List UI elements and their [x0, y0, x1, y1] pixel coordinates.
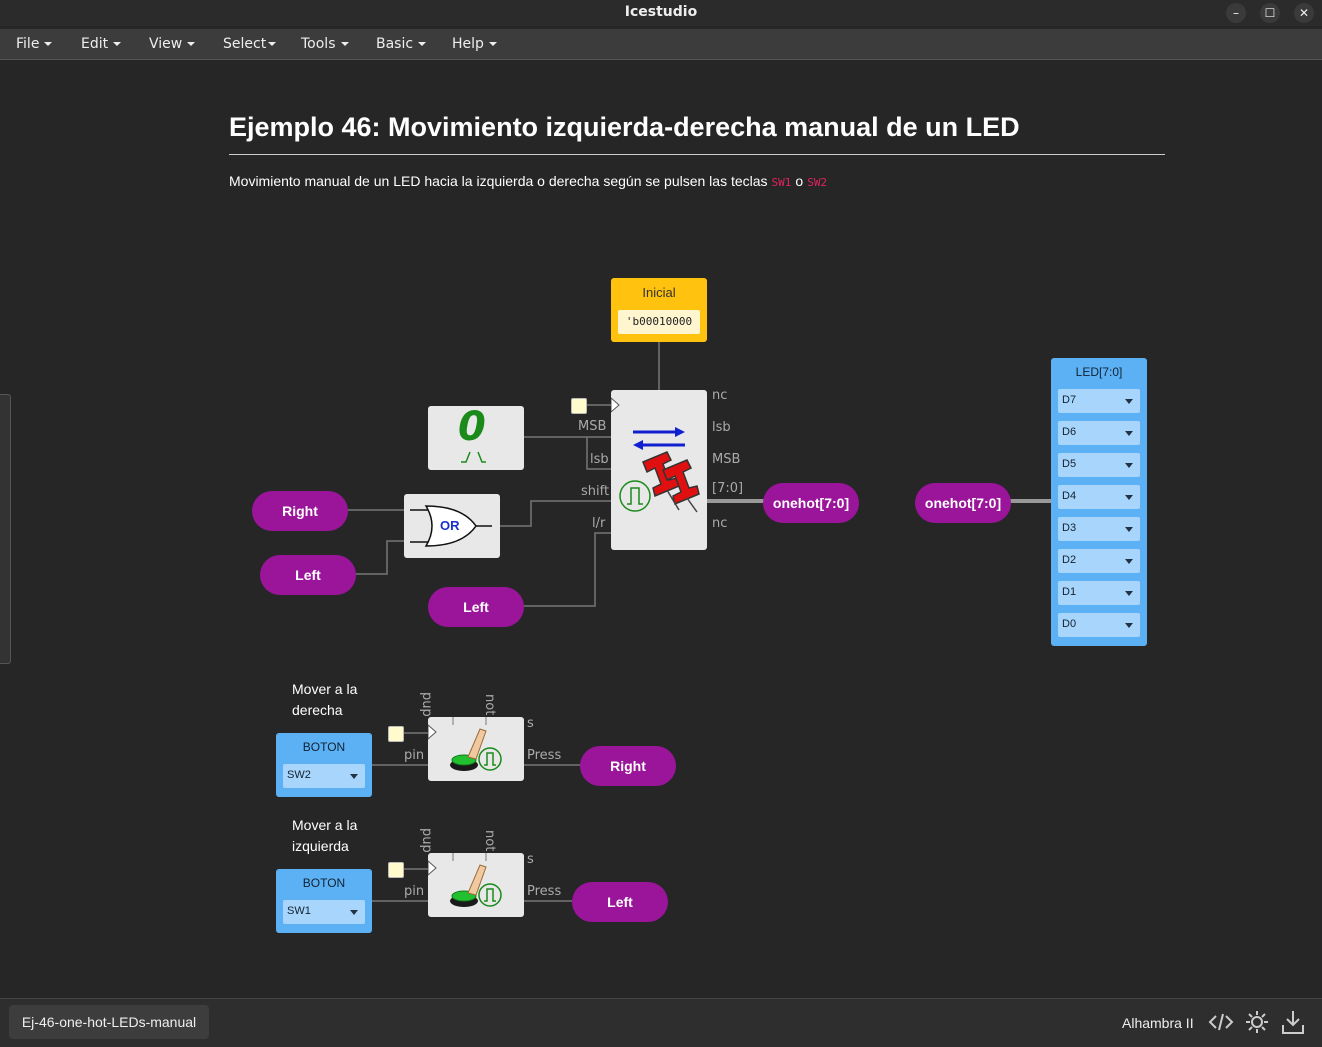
clock-checkbox[interactable]: [571, 398, 587, 414]
dropdown-arrow-icon: [1125, 591, 1133, 596]
clock-checkbox[interactable]: [388, 862, 404, 878]
button-debouncer-block[interactable]: [427, 717, 524, 781]
led-pin-d0: D0: [1062, 618, 1077, 630]
verify-code-icon[interactable]: [1208, 1009, 1234, 1035]
led-pin-select-d6[interactable]: D6: [1058, 421, 1140, 445]
shift-register-block[interactable]: [610, 390, 707, 550]
led-pin-select-d0[interactable]: D0: [1058, 613, 1140, 637]
led-pin-select-d3[interactable]: D3: [1058, 517, 1140, 541]
wire-left-or: [355, 540, 404, 575]
label-left-in-lr[interactable]: Left: [428, 587, 524, 627]
port-pup: pup: [419, 828, 434, 853]
port-pin: pin: [404, 884, 425, 899]
push-button-icon: [427, 717, 502, 771]
led-pin-select-d2[interactable]: D2: [1058, 549, 1140, 573]
boton-title: BOTON: [302, 876, 346, 890]
boton-title: BOTON: [302, 740, 346, 754]
push-button-icon: [427, 853, 502, 907]
label-onehot-out[interactable]: onehot[7:0]: [763, 483, 859, 523]
dropdown-arrow-icon: [1125, 495, 1133, 500]
dropdown-arrow-icon: [350, 774, 358, 779]
led-pin-select-d5[interactable]: D5: [1058, 453, 1140, 477]
boton-pin-select-sw2[interactable]: SW2: [283, 764, 365, 788]
led-pin-select-d4[interactable]: D4: [1058, 485, 1140, 509]
led-pin-d3: D3: [1062, 522, 1077, 534]
caption-line: Mover a la: [292, 681, 358, 697]
led-pin-select-d1[interactable]: D1: [1058, 581, 1140, 605]
port-s: s: [527, 716, 534, 731]
port-not: not: [482, 830, 497, 852]
label-left-in[interactable]: Left: [260, 555, 356, 595]
caption-mover-derecha: Mover a la derecha: [292, 679, 357, 721]
port-bus-out: [7:0]: [712, 481, 744, 496]
led-pin-d6: D6: [1062, 426, 1077, 438]
boton-input-sw2[interactable]: BOTON SW2: [276, 733, 372, 797]
file-tab[interactable]: Ej-46-one-hot-LEDs-manual: [9, 1005, 209, 1039]
led-block-title: LED[7:0]: [1075, 365, 1123, 379]
port-s: s: [527, 852, 534, 867]
clock-checkbox[interactable]: [388, 726, 404, 742]
caption-mover-izquierda: Mover a la izquierda: [292, 815, 357, 857]
dropdown-arrow-icon: [1125, 623, 1133, 628]
port-lr: l/r: [592, 516, 606, 531]
led-pin-d2: D2: [1062, 554, 1077, 566]
dropdown-arrow-icon: [1125, 431, 1133, 436]
port-not: not: [482, 694, 497, 716]
port-nc-top: nc: [712, 388, 728, 403]
led-pin-d4: D4: [1062, 490, 1077, 502]
port-lsb-in: lsb: [590, 452, 609, 467]
port-msb-in: MSB: [578, 419, 607, 434]
port-press: Press: [527, 884, 562, 899]
shift-register-icon: [610, 396, 700, 513]
status-bar: Ej-46-one-hot-LEDs-manual Alhambra II: [0, 998, 1322, 1047]
inicial-constant[interactable]: Inicial 'b00010000: [611, 278, 707, 342]
caption-line: Mover a la: [292, 817, 358, 833]
boton-input-sw1[interactable]: BOTON SW1: [276, 869, 372, 933]
wire-left-lr: [523, 532, 611, 607]
upload-download-icon[interactable]: [1280, 1009, 1306, 1035]
dropdown-arrow-icon: [1125, 559, 1133, 564]
port-pup: pup: [419, 692, 434, 717]
led-pin-d7: D7: [1062, 394, 1077, 406]
label-right-in[interactable]: Right: [252, 491, 348, 531]
boton-pin-value: SW1: [287, 905, 311, 917]
or-label: OR: [440, 518, 460, 533]
dropdown-arrow-icon: [350, 910, 358, 915]
legs-icon: [461, 451, 486, 463]
led-pin-d5: D5: [1062, 458, 1077, 470]
led-pin-d1: D1: [1062, 586, 1077, 598]
led-output-block[interactable]: LED[7:0] D7 D6 D5 D4 D3 D2 D1 D0: [1051, 358, 1147, 646]
button-debouncer-block[interactable]: [427, 853, 524, 917]
build-gear-icon[interactable]: [1244, 1009, 1270, 1035]
port-nc-bottom: nc: [712, 516, 728, 531]
dropdown-arrow-icon: [1125, 463, 1133, 468]
board-name[interactable]: Alhambra II: [1122, 1015, 1194, 1031]
inicial-value-input[interactable]: 'b00010000: [618, 310, 700, 334]
label-left-out[interactable]: Left: [572, 882, 668, 922]
or-gate-block[interactable]: OR: [404, 494, 500, 558]
caption-line: izquierda: [292, 838, 349, 854]
port-lsb-out: lsb: [712, 420, 731, 435]
port-shift: shift: [581, 484, 610, 499]
port-press: Press: [527, 748, 562, 763]
constant-zero-block[interactable]: 0: [428, 404, 524, 470]
dropdown-arrow-icon: [1125, 527, 1133, 532]
port-pin: pin: [404, 748, 425, 763]
label-right-out[interactable]: Right: [580, 746, 676, 786]
inicial-title: Inicial: [642, 285, 676, 300]
boton-pin-value: SW2: [287, 769, 311, 781]
caption-line: derecha: [292, 702, 343, 718]
led-pin-select-d7[interactable]: D7: [1058, 389, 1140, 413]
label-onehot-in[interactable]: onehot[7:0]: [915, 483, 1011, 523]
boton-pin-select-sw1[interactable]: SW1: [283, 900, 365, 924]
port-msb-out: MSB: [712, 452, 741, 467]
dropdown-arrow-icon: [1125, 399, 1133, 404]
